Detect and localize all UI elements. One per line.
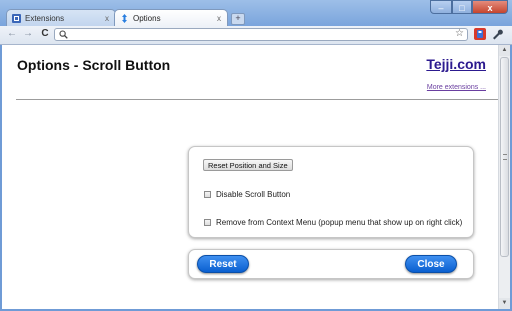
search-icon xyxy=(59,30,68,39)
page-content: Options - Scroll Button Tejji.com More e… xyxy=(2,45,498,309)
new-tab-button[interactable]: + xyxy=(231,13,245,25)
scroll-down-icon[interactable]: ▼ xyxy=(499,298,510,309)
scrollbar-thumb[interactable] xyxy=(500,57,509,257)
tab-options[interactable]: Options x xyxy=(114,9,228,26)
option-label: Remove from Context Menu (popup menu tha… xyxy=(216,218,463,227)
star-icon[interactable]: ☆ xyxy=(455,28,464,39)
reset-position-button[interactable]: Reset Position and Size xyxy=(203,159,293,171)
options-panel: Reset Position and Size Disable Scroll B… xyxy=(188,146,474,238)
tab-extensions[interactable]: Extensions x xyxy=(6,9,116,26)
scroll-button-favicon-icon xyxy=(122,14,127,23)
tab-label: Options xyxy=(133,14,161,23)
reset-button[interactable]: Reset xyxy=(197,255,249,273)
tab-strip: Extensions x Options x + – □ x xyxy=(0,0,512,26)
divider xyxy=(16,99,498,100)
browser-window: Extensions x Options x + – □ x ← → C ☆ O… xyxy=(0,0,512,311)
back-button[interactable]: ← xyxy=(6,28,18,40)
tab-close-icon[interactable]: x xyxy=(217,10,221,26)
remove-context-menu-checkbox[interactable] xyxy=(204,219,211,226)
disable-scroll-checkbox[interactable] xyxy=(204,191,211,198)
page-title: Options - Scroll Button xyxy=(17,57,171,73)
tab-label: Extensions xyxy=(25,14,65,23)
brand-link[interactable]: Tejji.com xyxy=(426,56,486,72)
minimize-button[interactable]: – xyxy=(430,0,452,14)
address-bar[interactable]: ☆ xyxy=(54,28,468,41)
more-extensions-link[interactable]: More extensions ... xyxy=(427,84,486,91)
extensions-favicon-icon xyxy=(12,14,21,23)
close-window-button[interactable]: x xyxy=(472,0,508,14)
browser-toolbar: ← → C ☆ xyxy=(0,26,512,45)
remove-context-menu-option[interactable]: Remove from Context Menu (popup menu tha… xyxy=(204,218,462,228)
scroll-up-icon[interactable]: ▲ xyxy=(499,45,510,56)
disable-scroll-option[interactable]: Disable Scroll Button xyxy=(204,190,290,200)
scrollbar-grip xyxy=(503,154,507,160)
forward-button[interactable]: → xyxy=(22,28,34,40)
maximize-button[interactable]: □ xyxy=(452,0,472,14)
scroll-button-extension-icon[interactable] xyxy=(474,28,486,40)
reload-button[interactable]: C xyxy=(39,28,51,40)
close-button[interactable]: Close xyxy=(405,255,457,273)
vertical-scrollbar[interactable]: ▲ ▼ xyxy=(498,45,510,309)
action-button-panel: Reset Close xyxy=(188,249,474,279)
wrench-icon[interactable] xyxy=(491,28,503,40)
option-label: Disable Scroll Button xyxy=(216,190,291,199)
window-controls: – □ x xyxy=(430,0,508,14)
tab-close-icon[interactable]: x xyxy=(105,10,109,26)
